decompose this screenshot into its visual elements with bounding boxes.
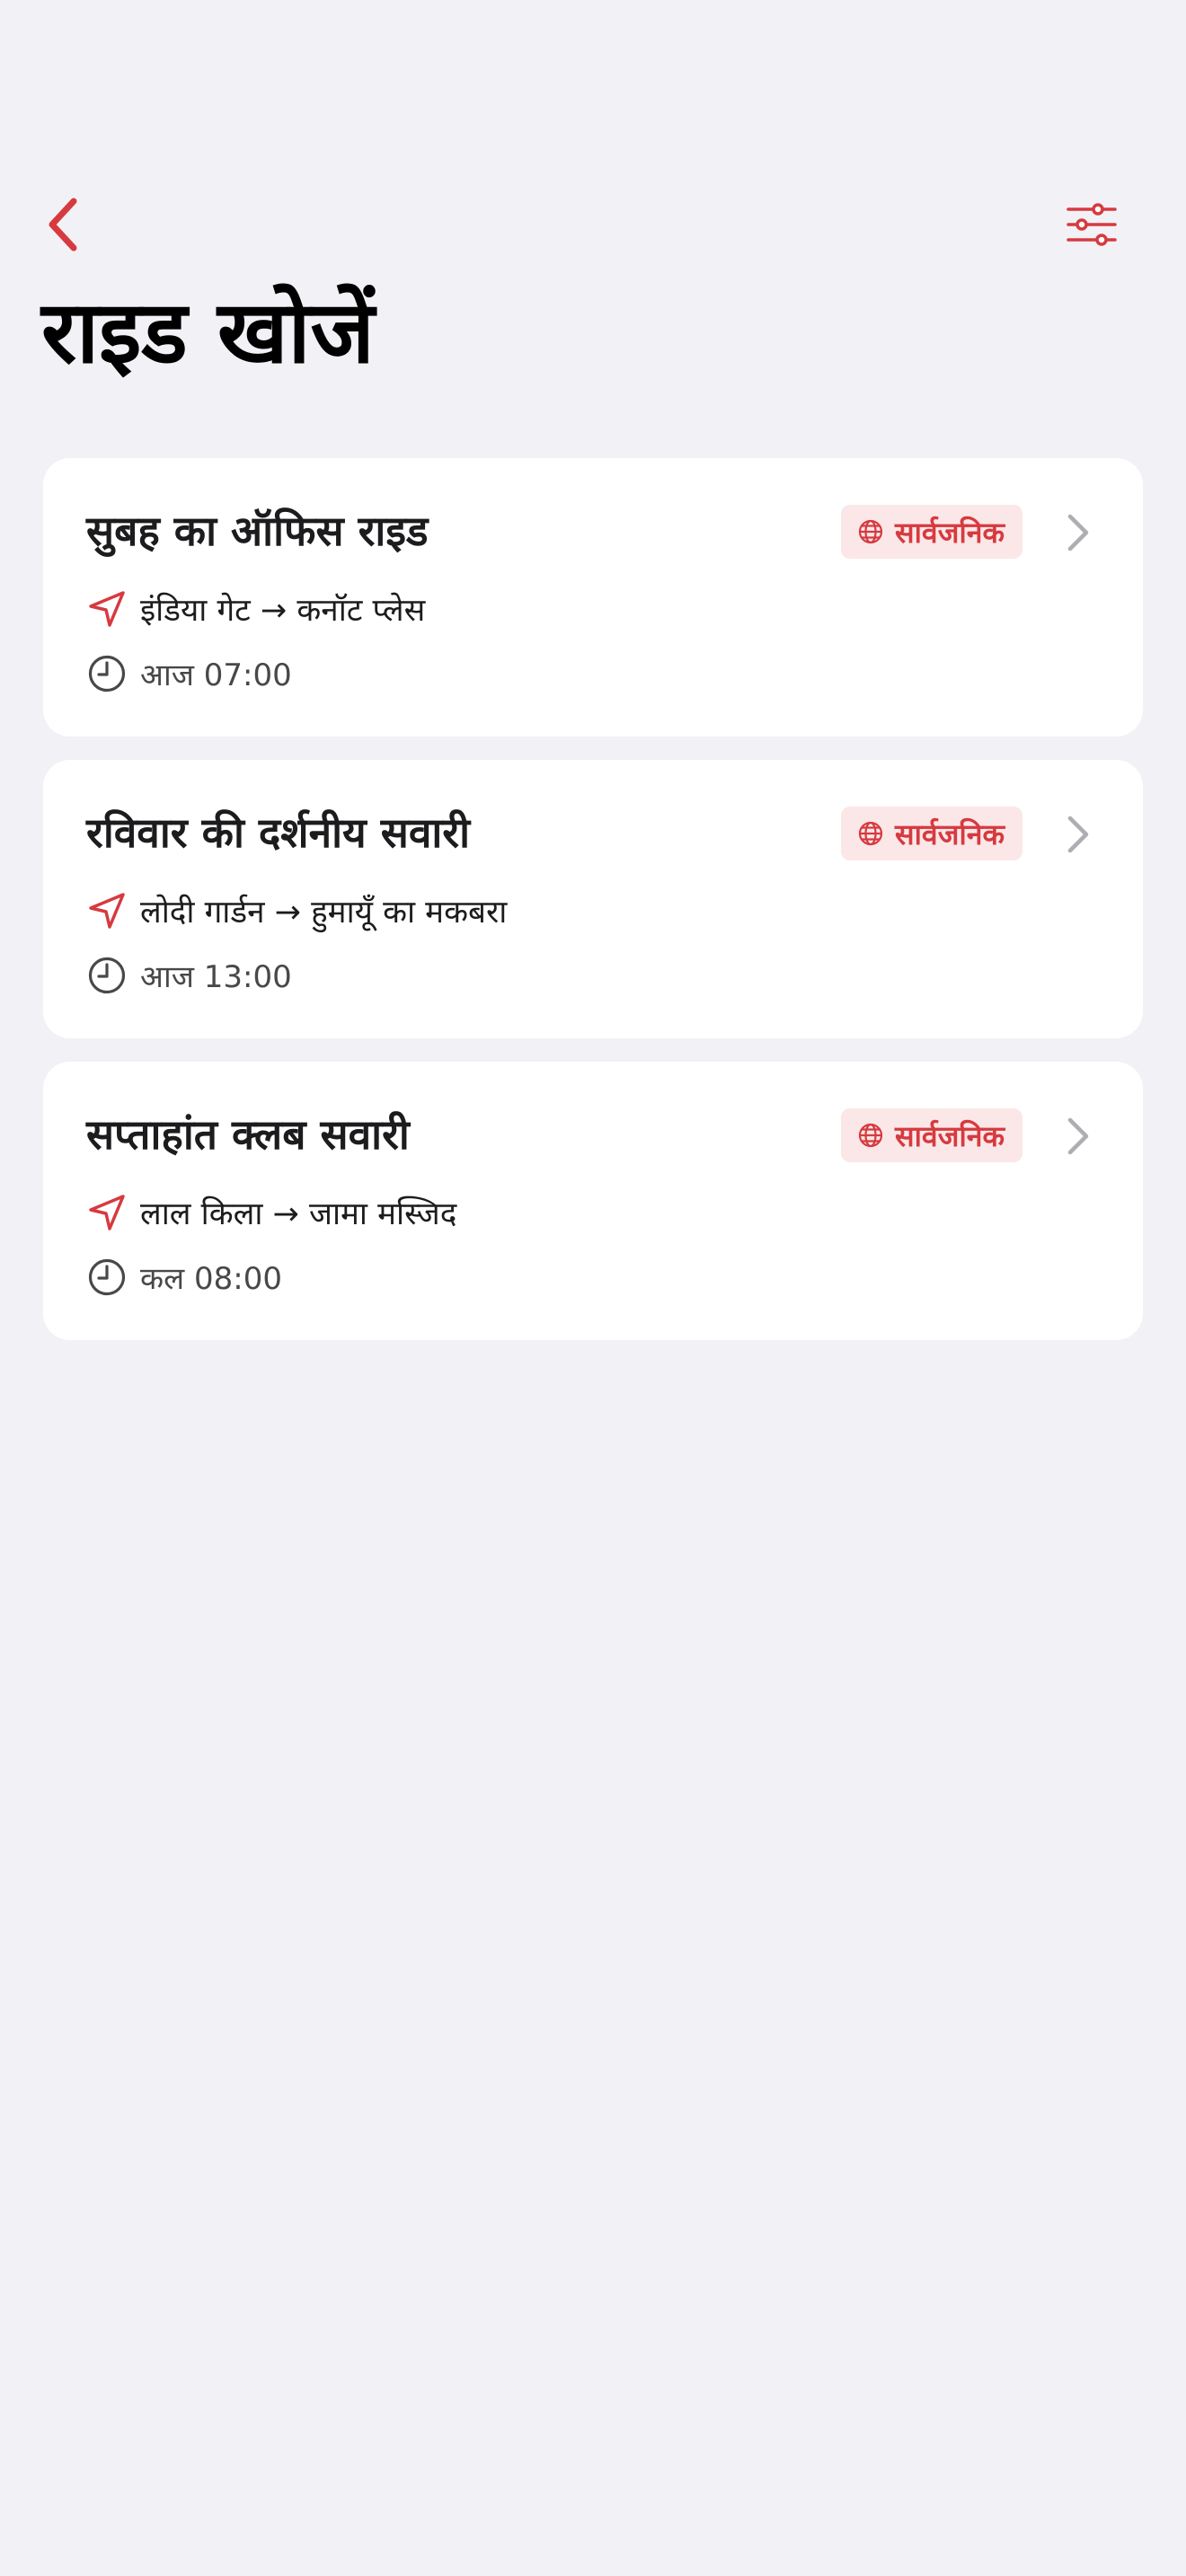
clock-icon [86,653,128,694]
public-badge: सार्वजनिक [841,505,1023,559]
route-text: लोदी गार्डन → हुमायूँ का मकबरा [140,894,508,931]
globe-icon [857,1122,884,1149]
navigation-arrow-icon [86,588,128,630]
sliders-icon [1066,203,1118,246]
chevron-right-icon [1062,512,1093,553]
navigation-arrow-icon [86,890,128,931]
back-button[interactable] [27,189,99,260]
time-row: आज 07:00 [86,648,292,699]
time-row: कल 08:00 [86,1252,282,1302]
public-badge: सार्वजनिक [841,1108,1023,1162]
time-text: आज 13:00 [140,959,292,995]
globe-icon [857,518,884,545]
ride-title: सुबह का ऑफिस राइड [86,507,429,555]
chevron-right-icon [1062,1116,1093,1157]
route-row: लाल किला → जामा मस्जिद [86,1186,456,1239]
ride-title: सप्ताहांत क्लब सवारी [86,1110,410,1159]
ride-list: सुबह का ऑफिस राइड सार्वजनिक इंडिया गेट →… [43,458,1143,1363]
globe-icon [857,820,884,847]
route-row: इंडिया गेट → कनॉट प्लेस [86,582,425,636]
time-text: आज 07:00 [140,657,292,693]
clock-icon [86,1257,128,1298]
route-text: लाल किला → जामा मस्जिद [140,1195,457,1232]
navigation-bar [0,180,1186,269]
clock-icon [86,955,128,996]
ride-card[interactable]: सुबह का ऑफिस राइड सार्वजनिक इंडिया गेट →… [43,458,1143,737]
chevron-right-icon [1062,814,1093,855]
navigation-arrow-icon [86,1192,128,1233]
ride-card[interactable]: रविवार की दर्शनीय सवारी सार्वजनिक लोदी ग… [43,760,1143,1038]
route-row: लोदी गार्डन → हुमायूँ का मकबरा [86,884,507,938]
route-text: इंडिया गेट → कनॉट प्लेस [140,592,426,629]
filter-button[interactable] [1051,189,1132,260]
time-text: कल 08:00 [140,1261,282,1297]
public-badge: सार्वजनिक [841,807,1023,860]
badge-label: सार्वजनिक [895,816,1005,851]
page-title: राइड खोजें [41,282,375,383]
ride-title: रविवार की दर्शनीय सवारी [86,808,471,857]
badge-label: सार्वजनिक [895,515,1005,550]
chevron-left-icon [43,196,83,253]
badge-label: सार्वजनिक [895,1118,1005,1153]
ride-card[interactable]: सप्ताहांत क्लब सवारी सार्वजनिक लाल किला … [43,1062,1143,1340]
time-row: आज 13:00 [86,950,292,1001]
